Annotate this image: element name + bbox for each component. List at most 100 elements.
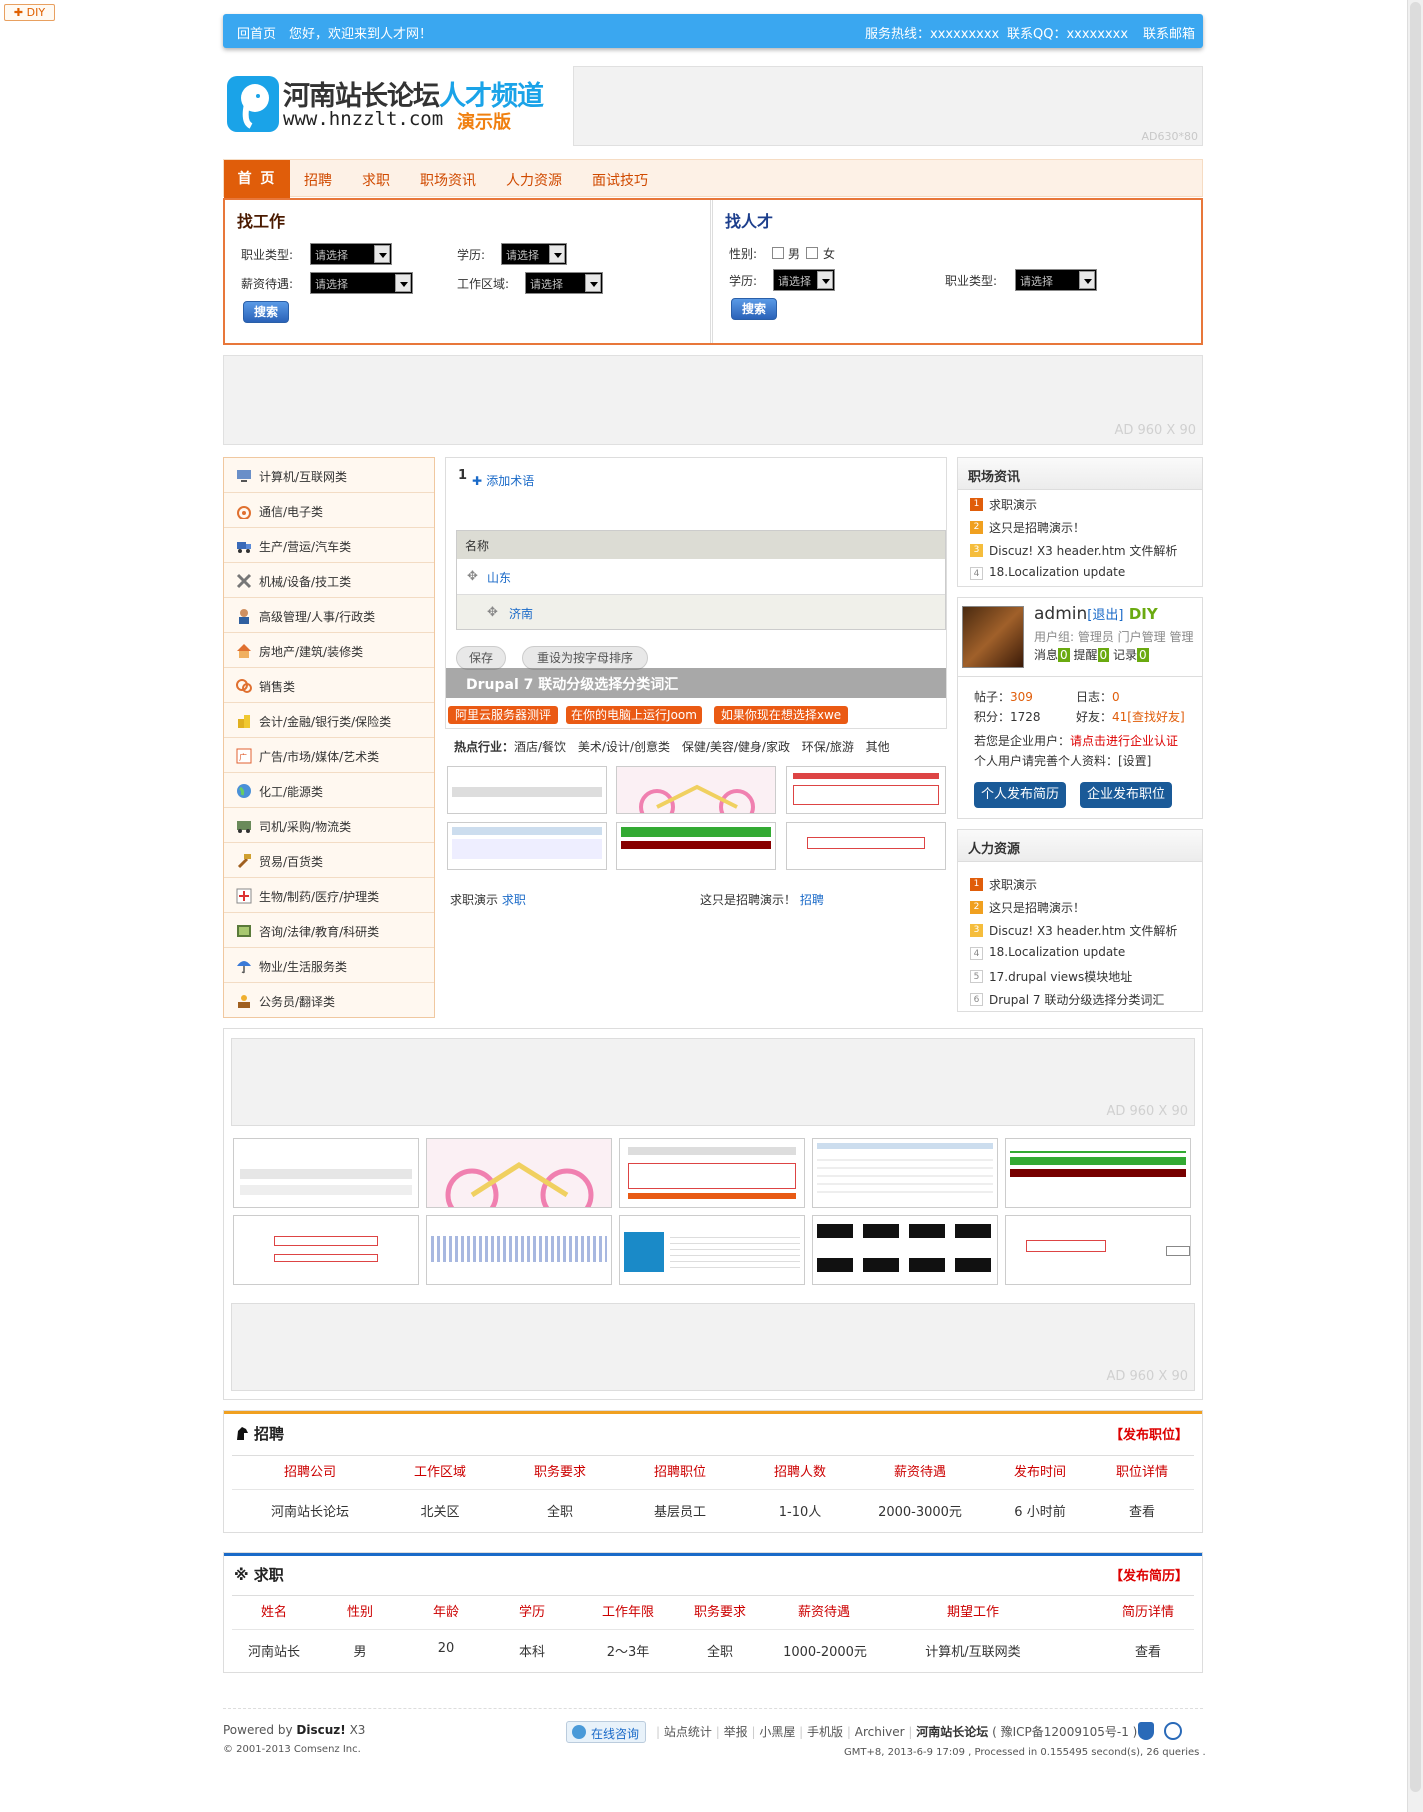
site-logo[interactable]: 河南站长论坛人才频道 www.hnzzlt.com 演示版 xyxy=(225,72,545,138)
add-term-link[interactable]: ✚ 添加术语 xyxy=(472,472,534,489)
category-item[interactable]: 物业/生活服务类 xyxy=(224,948,434,983)
female-checkbox[interactable] xyxy=(806,247,818,259)
thumbnail-image[interactable] xyxy=(619,1138,805,1208)
category-item[interactable]: 公务员/翻译类 xyxy=(224,983,434,1018)
post-job-button[interactable]: 企业发布职位 xyxy=(1080,782,1172,808)
salary-select[interactable]: 请选择 xyxy=(310,272,413,294)
thumbnail-image[interactable] xyxy=(786,766,946,814)
thumbnail-image[interactable] xyxy=(812,1138,998,1208)
company-verify-link[interactable]: 请点击进行企业认证 xyxy=(1070,734,1178,748)
nav-interview[interactable]: 面试技巧 xyxy=(592,170,648,190)
news-item[interactable]: Discuz! X3 header.htm 文件解析 xyxy=(989,922,1177,939)
logout-link[interactable]: [退出] xyxy=(1087,608,1123,623)
online-consult-button[interactable]: 在线咨询 xyxy=(566,1721,646,1743)
thumbnail-image[interactable] xyxy=(447,822,607,870)
diy-link[interactable]: DIY xyxy=(1129,605,1158,623)
tag-link[interactable]: 如果你现在想选择xwe xyxy=(714,706,848,724)
thumbnail-image[interactable] xyxy=(786,822,946,870)
ad-banner-wide-3[interactable]: AD 960 X 90 xyxy=(231,1303,1195,1391)
table-row[interactable]: ✥ 济南 xyxy=(457,595,945,629)
post-resume-button[interactable]: 个人发布简历 xyxy=(974,782,1066,808)
email-link[interactable]: 联系邮箱 xyxy=(1143,23,1195,42)
site-name-link[interactable]: 河南站长论坛 xyxy=(916,1725,988,1739)
slideshow-panel[interactable]: 1 ✚ 添加术语 名称 ✥ 山东 ✥ 济南 保存 重设为按字母排序 Drupal 7… xyxy=(445,457,947,729)
hot-item[interactable]: 酒店/餐饮 xyxy=(514,740,566,754)
hot-item[interactable]: 环保/旅游 xyxy=(802,740,854,754)
category-item[interactable]: 高级管理/人事/行政类 xyxy=(224,598,434,633)
area-select[interactable]: 请选择 xyxy=(525,272,603,294)
reset-sort-button[interactable]: 重设为按字母排序 xyxy=(522,646,648,670)
vertical-scrollbar[interactable] xyxy=(1407,0,1423,1812)
icp-link[interactable]: ( 豫ICP备12009105号-1 ) xyxy=(992,1725,1137,1739)
footer-link[interactable]: Archiver xyxy=(855,1725,905,1739)
thumbnail-image[interactable] xyxy=(447,766,607,814)
footer-link[interactable]: 站点统计 xyxy=(664,1725,712,1739)
news-item[interactable]: 这只是招聘演示！ xyxy=(989,519,1085,536)
find-friends-link[interactable]: 41[查找好友] xyxy=(1112,710,1185,724)
news-item[interactable]: Discuz! X3 header.htm 文件解析 xyxy=(989,542,1177,559)
post-job-link[interactable]: 【发布职位】 xyxy=(1110,1424,1188,1443)
drag-handle-icon[interactable]: ✥ xyxy=(487,605,498,620)
news-item[interactable]: 18.Localization update xyxy=(989,565,1125,579)
thumbnail-image[interactable] xyxy=(1005,1138,1191,1208)
username[interactable]: admin xyxy=(1034,604,1087,624)
find-job-search-button[interactable]: 搜索 xyxy=(243,301,289,323)
ad-banner-wide-1[interactable]: AD 960 X 90 xyxy=(223,355,1203,445)
male-checkbox[interactable] xyxy=(772,247,784,259)
news-item[interactable]: 17.drupal views模块地址 xyxy=(989,968,1132,985)
thumbnail-image[interactable] xyxy=(233,1215,419,1285)
view-job-link[interactable]: 查看 xyxy=(1096,1501,1188,1520)
mid-link[interactable]: 求职演示 求职 xyxy=(450,891,526,908)
tag-link[interactable]: 阿里云服务器测评 xyxy=(448,706,558,724)
thumbnail-image[interactable] xyxy=(616,766,776,814)
diy-tab[interactable]: ✚ DIY xyxy=(4,4,55,21)
thumbnail-image[interactable] xyxy=(233,1138,419,1208)
slide-caption[interactable]: Drupal 7 联动分级选择分类词汇 xyxy=(446,668,946,698)
category-item[interactable]: 生物/制药/医疗/护理类 xyxy=(224,878,434,913)
thumbnail-image[interactable] xyxy=(1005,1215,1191,1285)
footer-link[interactable]: 小黑屋 xyxy=(759,1725,795,1739)
ad-banner-top[interactable]: AD630*80 xyxy=(573,66,1203,146)
category-item[interactable]: 会计/金融/银行类/保险类 xyxy=(224,703,434,738)
news-item[interactable]: Drupal 7 联动分级选择分类词汇 xyxy=(989,991,1164,1008)
news-item[interactable]: 这只是招聘演示！ xyxy=(989,899,1085,916)
save-button[interactable]: 保存 xyxy=(456,646,506,670)
message-count[interactable]: 0 xyxy=(1058,648,1070,662)
nav-recruit[interactable]: 招聘 xyxy=(304,170,332,190)
hot-item[interactable]: 保健/美容/健身/家政 xyxy=(682,740,790,754)
category-item[interactable]: 房地产/建筑/装修类 xyxy=(224,633,434,668)
category-item[interactable]: 通信/电子类 xyxy=(224,493,434,528)
table-row[interactable]: ✥ 山东 xyxy=(457,559,945,595)
scrollbar-thumb[interactable] xyxy=(1410,2,1421,1792)
footer-link[interactable]: 举报 xyxy=(724,1725,748,1739)
news-item[interactable]: 求职演示 xyxy=(989,496,1037,513)
news-item[interactable]: 18.Localization update xyxy=(989,945,1125,959)
nav-seek[interactable]: 求职 xyxy=(362,170,390,190)
category-item[interactable]: 生产/营运/汽车类 xyxy=(224,528,434,563)
hot-item[interactable]: 美术/设计/创意类 xyxy=(578,740,670,754)
nav-home[interactable]: 首 页 xyxy=(224,160,290,198)
thumbnail-image[interactable] xyxy=(619,1215,805,1285)
verify-icon[interactable] xyxy=(1164,1722,1182,1740)
mid-link[interactable]: 这只是招聘演示！ 招聘 xyxy=(700,891,824,908)
record-count[interactable]: 0 xyxy=(1136,648,1149,662)
remind-count[interactable]: 0 xyxy=(1097,648,1110,662)
footer-link[interactable]: 手机版 xyxy=(807,1725,843,1739)
find-talent-search-button[interactable]: 搜索 xyxy=(731,298,777,320)
nav-hr[interactable]: 人力资源 xyxy=(506,170,562,190)
post-resume-link[interactable]: 【发布简历】 xyxy=(1110,1565,1188,1584)
education-select[interactable]: 请选择 xyxy=(501,243,567,265)
category-item[interactable]: 司机/采购/物流类 xyxy=(224,808,434,843)
talent-education-select[interactable]: 请选择 xyxy=(773,269,835,291)
thumbnail-image[interactable] xyxy=(426,1138,612,1208)
cell-position[interactable]: 基层员工 xyxy=(634,1501,726,1520)
avatar[interactable] xyxy=(962,606,1024,668)
talent-job-type-select[interactable]: 请选择 xyxy=(1015,269,1097,291)
tag-link[interactable]: 在你的电脑上运行Joom xyxy=(566,706,702,724)
view-resume-link[interactable]: 查看 xyxy=(1108,1641,1188,1660)
thumbnail-image[interactable] xyxy=(426,1215,612,1285)
category-item[interactable]: 咨询/法律/教育/科研类 xyxy=(224,913,434,948)
personal-settings[interactable]: 个人用户请完善个人资料：[设置] xyxy=(974,752,1151,769)
thumbnail-image[interactable] xyxy=(616,822,776,870)
shield-icon[interactable] xyxy=(1138,1722,1154,1740)
